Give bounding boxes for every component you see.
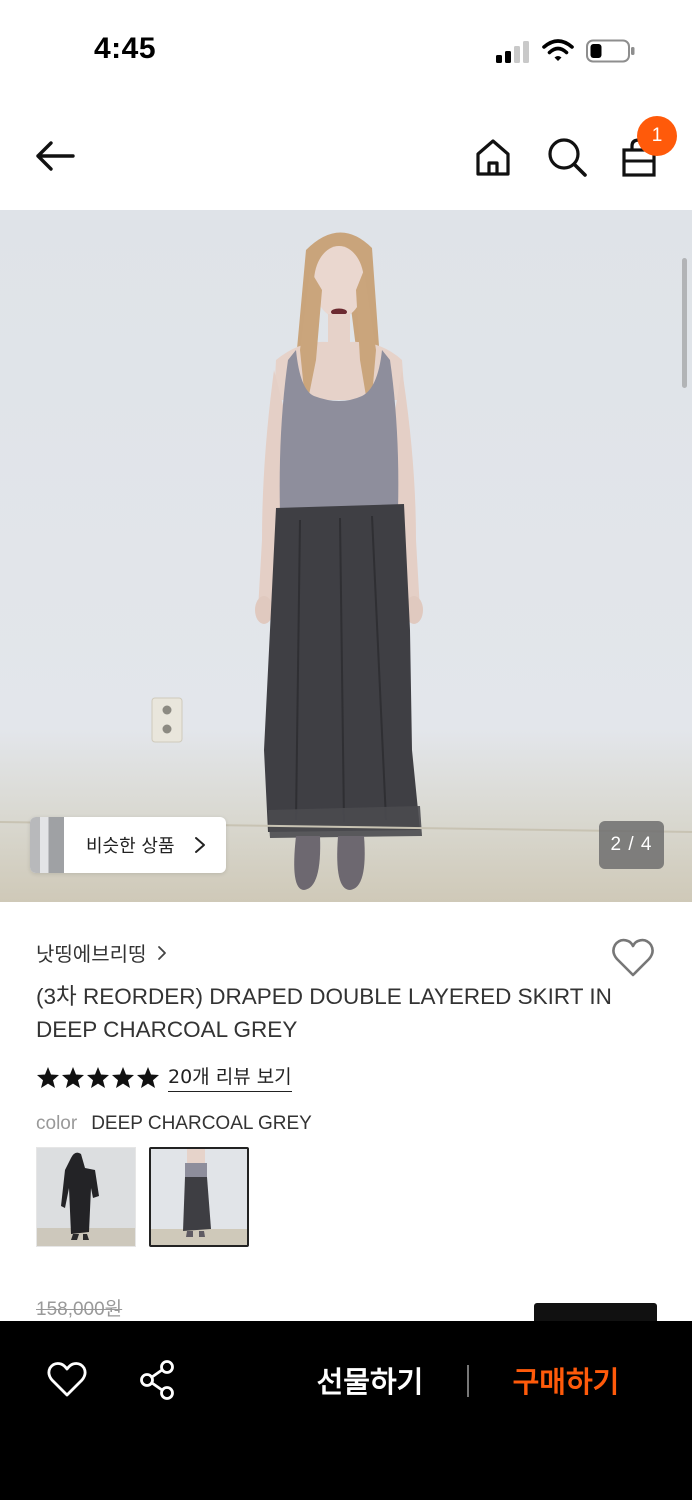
brand-link[interactable]: 낫띵에브리띵 bbox=[36, 938, 168, 967]
star-icon bbox=[37, 1066, 59, 1088]
divider bbox=[467, 1365, 469, 1397]
chevron-right-icon bbox=[195, 837, 205, 853]
share-icon[interactable] bbox=[138, 1359, 178, 1401]
image-page-indicator: 2 / 4 bbox=[599, 821, 664, 869]
brand-name[interactable]: 낫띵에브리띵 bbox=[36, 938, 146, 967]
original-price: 158,000원 bbox=[36, 1299, 123, 1320]
color-row: color DEEP CHARCOAL GREY bbox=[36, 1113, 312, 1135]
color-label: color bbox=[36, 1113, 78, 1134]
cart-count-badge: 1 bbox=[637, 116, 677, 156]
cellular-signal-icon bbox=[496, 41, 529, 63]
product-detail-page: 4:45 1 비슷한 상품 2 / 4 낫띵에브리띵 (3차 REORDER) … bbox=[0, 0, 692, 1500]
search-icon[interactable] bbox=[544, 134, 590, 180]
wifi-icon bbox=[542, 39, 574, 61]
product-title: (3차 REORDER) DRAPED DOUBLE LAYERED SKIRT… bbox=[36, 984, 612, 1042]
heart-icon[interactable] bbox=[46, 1361, 88, 1399]
color-value: DEEP CHARCOAL GREY bbox=[91, 1113, 312, 1134]
status-bar: 4:45 bbox=[0, 0, 692, 100]
star-icon bbox=[62, 1066, 84, 1088]
color-swatch-option[interactable] bbox=[36, 1147, 136, 1247]
star-icon bbox=[137, 1066, 159, 1088]
status-time: 4:45 bbox=[94, 32, 157, 65]
gallery-scrollbar[interactable] bbox=[682, 258, 687, 388]
color-swatch-selected[interactable] bbox=[149, 1147, 249, 1247]
bottom-action-bar: 선물하기 구매하기 bbox=[0, 1321, 692, 1500]
rating-row: 20개 리뷰 보기 bbox=[36, 1062, 292, 1092]
star-icon bbox=[87, 1066, 109, 1088]
similar-products-button[interactable]: 비슷한 상품 bbox=[30, 817, 226, 873]
battery-icon bbox=[586, 39, 635, 63]
product-image-gallery[interactable]: 비슷한 상품 2 / 4 bbox=[0, 210, 692, 902]
rating-stars bbox=[36, 1066, 160, 1089]
similar-products-thumbnail bbox=[30, 817, 64, 873]
wishlist-heart-icon[interactable] bbox=[610, 936, 656, 980]
gift-button[interactable]: 선물하기 bbox=[300, 1359, 440, 1403]
star-icon bbox=[112, 1066, 134, 1088]
review-link[interactable]: 20개 리뷰 보기 bbox=[168, 1062, 292, 1092]
back-arrow-icon[interactable] bbox=[30, 136, 80, 176]
similar-products-label: 비슷한 상품 bbox=[86, 836, 175, 857]
home-icon[interactable] bbox=[470, 134, 516, 180]
top-navigation-bar bbox=[0, 100, 692, 210]
chevron-right-icon bbox=[158, 945, 167, 960]
buy-button[interactable]: 구매하기 bbox=[496, 1359, 636, 1403]
product-photo bbox=[0, 232, 692, 890]
